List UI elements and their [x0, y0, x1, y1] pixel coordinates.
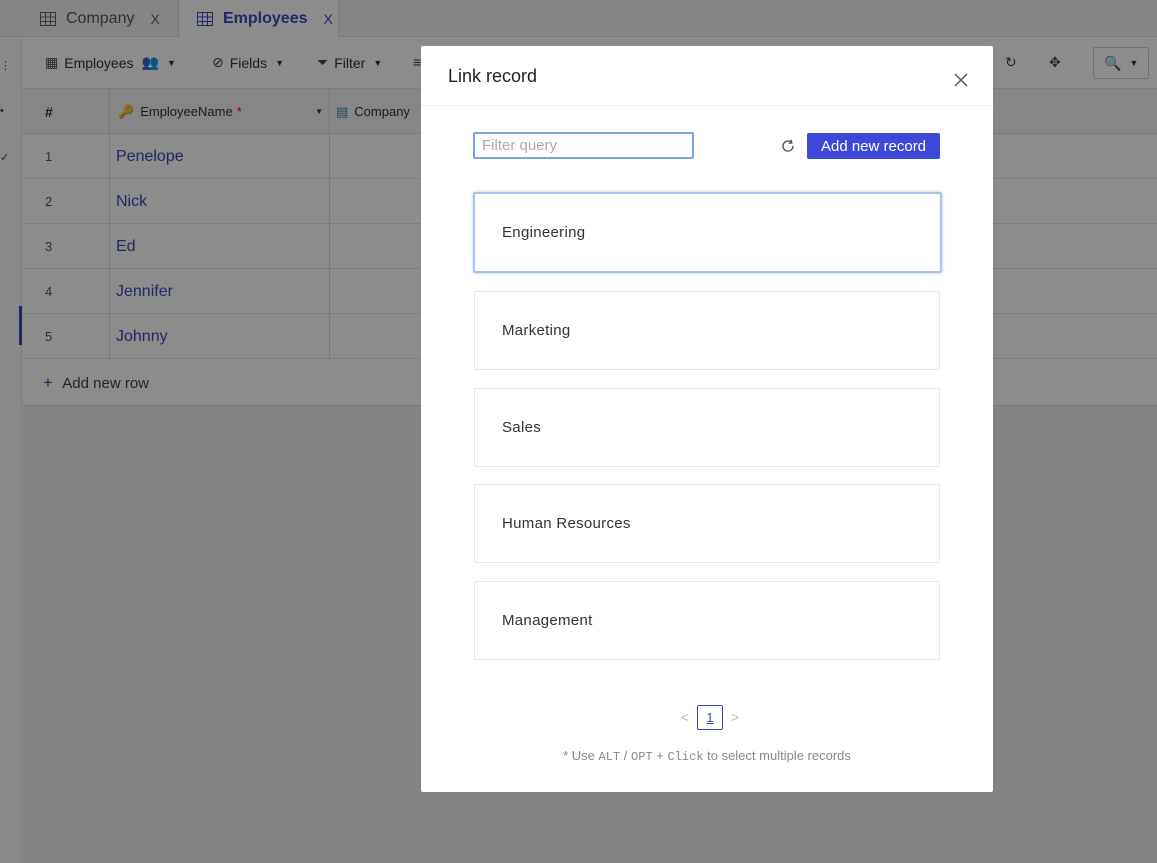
page-1-button[interactable]: 1	[697, 704, 723, 730]
hint-key-opt: OPT	[631, 750, 653, 764]
link-record-modal: Link record Add new record Engineering M…	[421, 46, 993, 792]
multi-select-hint: * Use ALT / OPT + Click to select multip…	[421, 748, 993, 764]
record-card[interactable]: Sales	[474, 388, 940, 467]
close-icon[interactable]	[952, 71, 970, 89]
hint-separator: /	[623, 748, 628, 763]
modal-divider	[421, 105, 993, 106]
add-new-record-button[interactable]: Add new record	[807, 133, 940, 159]
record-card[interactable]: Management	[474, 581, 940, 660]
hint-key-alt: ALT	[598, 750, 621, 764]
filter-query-input[interactable]	[473, 132, 694, 159]
record-card[interactable]: Marketing	[474, 291, 940, 370]
hint-plus: +	[656, 748, 664, 763]
hint-prefix: * Use	[563, 748, 595, 763]
reload-icon[interactable]	[780, 138, 796, 154]
record-card[interactable]: Engineering	[473, 192, 942, 273]
modal-title: Link record	[448, 66, 538, 86]
next-page-icon[interactable]: >	[725, 709, 745, 725]
hint-suffix: to select multiple records	[707, 748, 851, 763]
hint-key-click: Click	[667, 750, 704, 764]
prev-page-icon[interactable]: <	[675, 709, 695, 725]
record-card[interactable]: Human Resources	[474, 484, 940, 563]
pagination: < 1 >	[675, 704, 745, 730]
